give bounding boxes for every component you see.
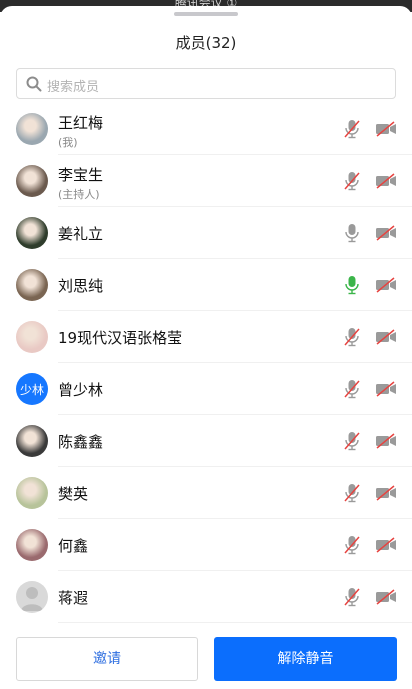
camera-off-icon[interactable]: [375, 277, 397, 293]
search-placeholder: 搜索成员: [47, 80, 100, 95]
camera-off-icon[interactable]: [375, 173, 397, 189]
camera-off-icon[interactable]: [375, 329, 397, 345]
camera-off-icon[interactable]: [375, 433, 397, 449]
member-name: 蒋遐: [58, 589, 89, 607]
microphone-icon[interactable]: [343, 275, 361, 295]
avatar[interactable]: [16, 113, 48, 145]
search-input[interactable]: 搜索成员: [16, 68, 396, 99]
camera-off-icon[interactable]: [375, 381, 397, 397]
member-role: (我): [58, 136, 78, 149]
avatar[interactable]: [16, 165, 48, 197]
member-row[interactable]: 蒋遐: [0, 571, 412, 623]
camera-off-icon[interactable]: [375, 121, 397, 137]
member-name: 王红梅: [58, 114, 104, 132]
member-row[interactable]: 少林 曾少林: [0, 363, 412, 415]
avatar[interactable]: [16, 581, 48, 613]
member-name: 陈鑫鑫: [58, 433, 104, 451]
mic-muted-icon[interactable]: [343, 483, 361, 503]
member-name: 何鑫: [58, 537, 89, 555]
search-icon: [26, 76, 42, 92]
member-row[interactable]: 王红梅 (我): [0, 103, 412, 155]
member-row[interactable]: 刘思纯: [0, 259, 412, 311]
member-name: 李宝生: [58, 166, 104, 184]
unmute-all-button[interactable]: 解除静音: [214, 637, 397, 681]
footer-actions: 邀请 解除静音: [0, 627, 412, 689]
member-row[interactable]: 樊英: [0, 467, 412, 519]
mic-muted-icon[interactable]: [343, 587, 361, 607]
avatar[interactable]: 少林: [16, 373, 48, 405]
member-name: 曾少林: [58, 381, 104, 399]
member-name: 樊英: [58, 485, 89, 503]
member-row[interactable]: 李宝生 (主持人): [0, 155, 412, 207]
mic-muted-icon[interactable]: [343, 119, 361, 139]
avatar[interactable]: [16, 529, 48, 561]
invite-button[interactable]: 邀请: [16, 637, 198, 681]
member-row[interactable]: 姜礼立: [0, 207, 412, 259]
camera-off-icon[interactable]: [375, 537, 397, 553]
member-name: 姜礼立: [58, 225, 104, 243]
avatar[interactable]: [16, 477, 48, 509]
camera-off-icon[interactable]: [375, 485, 397, 501]
avatar[interactable]: [16, 425, 48, 457]
mic-muted-icon[interactable]: [343, 327, 361, 347]
member-role: (主持人): [58, 188, 100, 201]
avatar[interactable]: [16, 217, 48, 249]
member-row[interactable]: 19现代汉语张格莹: [0, 311, 412, 363]
member-row[interactable]: 陈鑫鑫: [0, 415, 412, 467]
row-divider: [58, 622, 412, 623]
page-title: 成员(32): [175, 34, 237, 52]
default-user-icon: [21, 587, 43, 611]
mic-muted-icon[interactable]: [343, 535, 361, 555]
mic-muted-icon[interactable]: [343, 379, 361, 399]
sheet-grabber-handle[interactable]: [174, 12, 238, 16]
mic-muted-icon[interactable]: [343, 171, 361, 191]
member-name: 19现代汉语张格莹: [58, 329, 183, 347]
member-name: 刘思纯: [58, 277, 104, 295]
camera-off-icon[interactable]: [375, 225, 397, 241]
avatar-initials: 少林: [19, 382, 44, 397]
member-list: 王红梅 (我) 李宝生 (主持人) 姜礼立刘思纯 19现代汉语张格莹少林 曾少林陈鑫鑫樊英何…: [0, 103, 412, 623]
mic-muted-icon[interactable]: [343, 431, 361, 451]
camera-off-icon[interactable]: [375, 589, 397, 605]
avatar[interactable]: [16, 321, 48, 353]
avatar[interactable]: [16, 269, 48, 301]
member-row[interactable]: 何鑫: [0, 519, 412, 571]
microphone-icon[interactable]: [343, 223, 361, 243]
